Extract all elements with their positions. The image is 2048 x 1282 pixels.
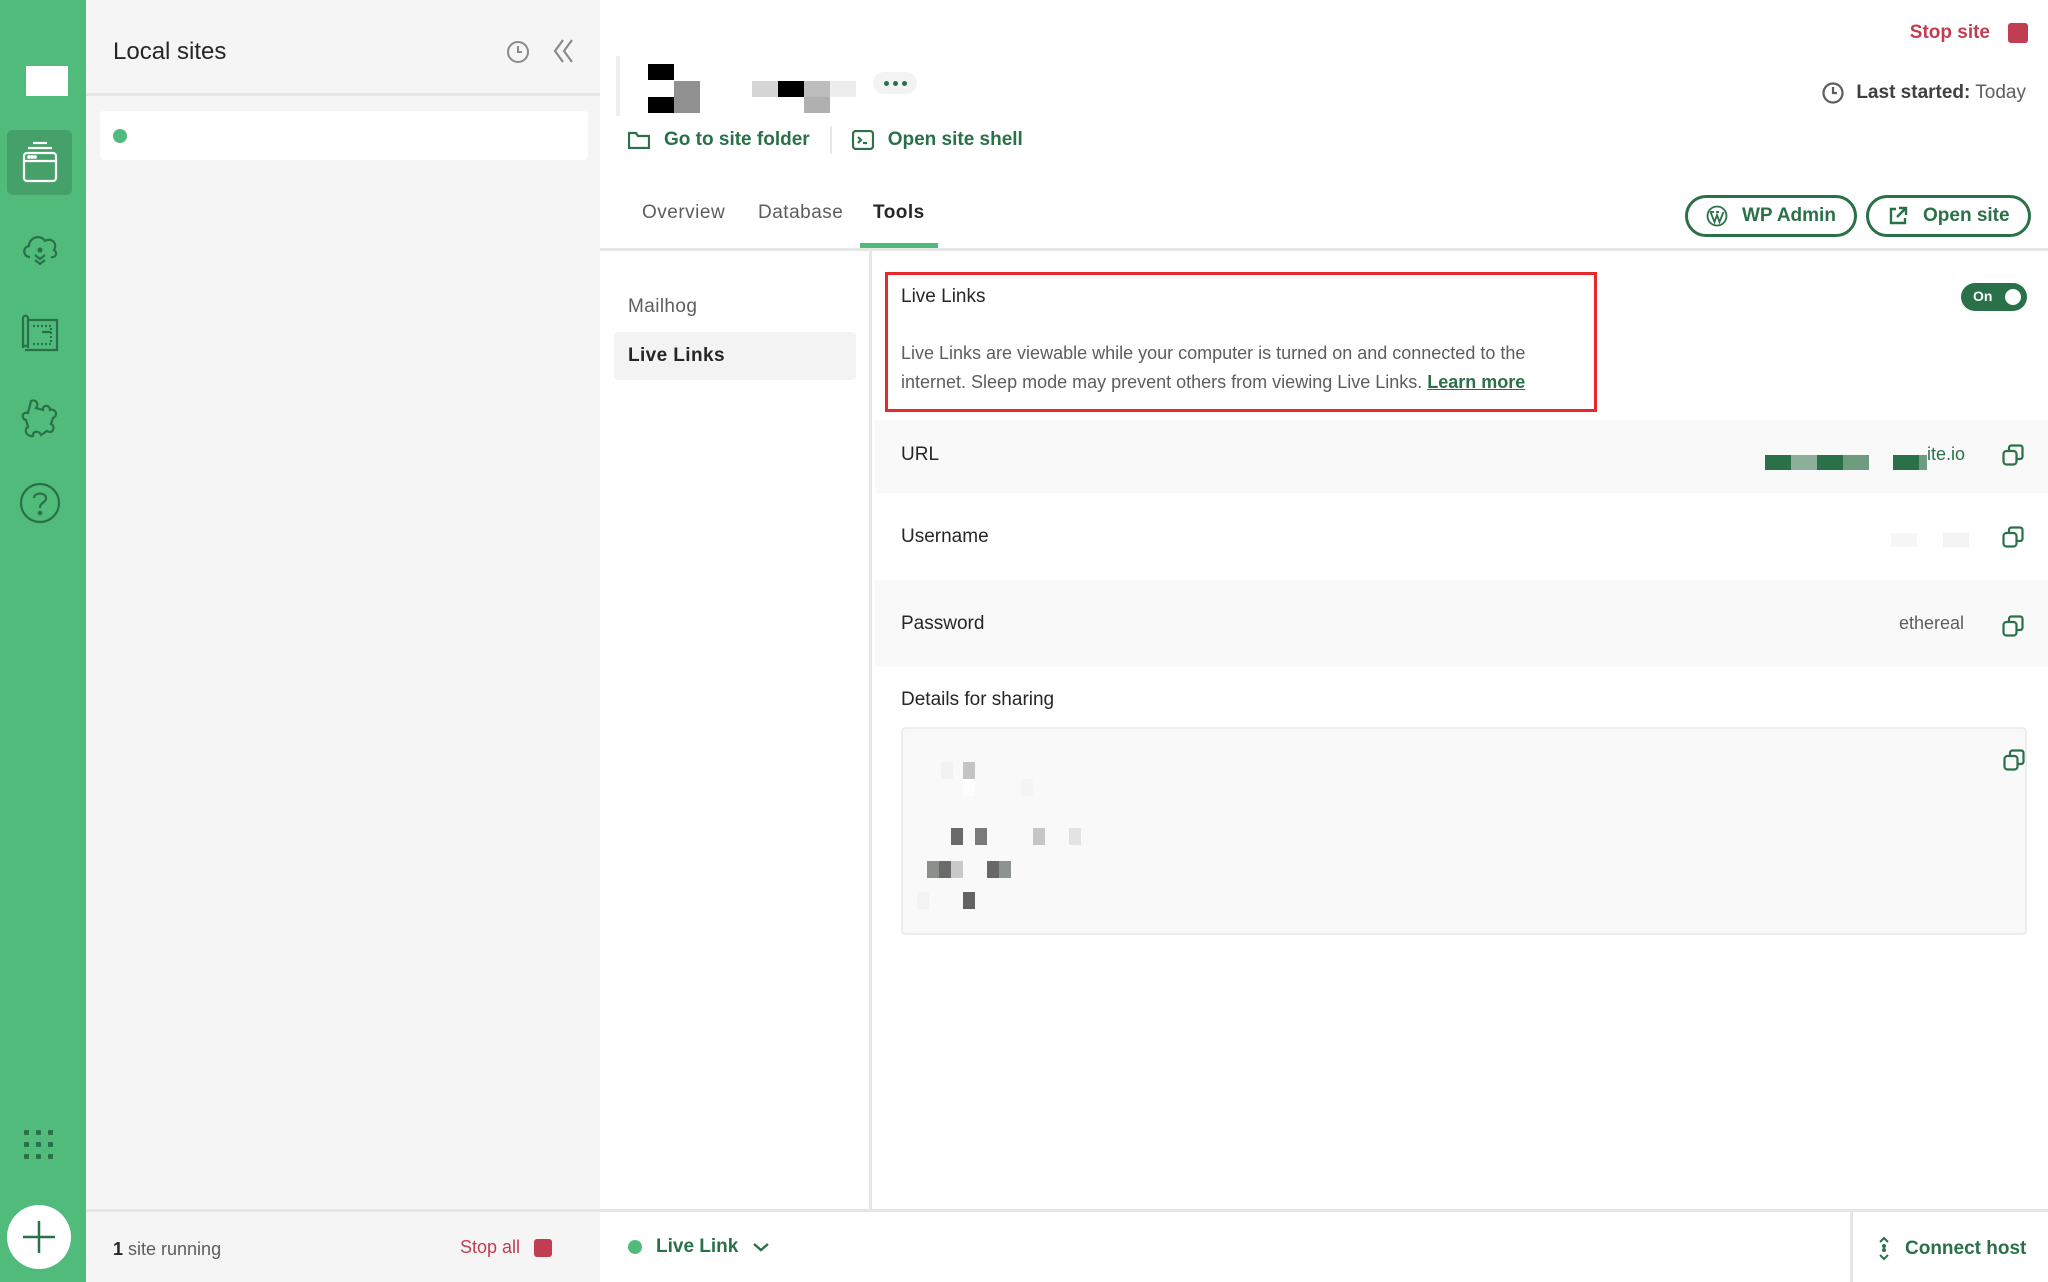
blueprint-icon	[21, 314, 58, 351]
tools-nav-live-links[interactable]: Live Links	[614, 332, 856, 380]
copy-icon[interactable]	[2002, 444, 2024, 466]
local-sites-icon	[22, 141, 57, 182]
stop-icon	[2008, 23, 2028, 43]
details-label: Details for sharing	[901, 689, 1055, 710]
cloud-download-icon	[22, 235, 57, 265]
wordpress-icon	[1706, 205, 1728, 227]
clock-icon[interactable]	[506, 40, 530, 64]
learn-more-link[interactable]: Learn more	[1427, 372, 1525, 392]
open-site-button[interactable]: Open site	[1866, 195, 2031, 237]
site-detail: Go to site folder Open site shell Stop s…	[600, 0, 2048, 1282]
tools-subnav: Mailhog Live Links	[600, 251, 872, 1209]
nav-local-sites[interactable]	[7, 130, 72, 195]
connect-host-icon	[1879, 1236, 1889, 1260]
terminal-icon	[851, 130, 874, 150]
stop-icon	[534, 1238, 553, 1257]
url-label: URL	[901, 444, 940, 465]
password-row: Password ethereal	[875, 580, 2048, 667]
connect-host-button[interactable]: Connect host	[1850, 1212, 2048, 1282]
copy-icon[interactable]	[2003, 749, 2025, 771]
tools-nav-mailhog[interactable]: Mailhog	[614, 283, 856, 331]
chevron-down-icon	[753, 1243, 770, 1252]
plus-icon	[23, 1221, 55, 1253]
details-for-sharing-box[interactable]	[901, 727, 2027, 935]
clock-icon	[1822, 82, 1844, 104]
password-label: Password	[901, 613, 985, 634]
active-tab-indicator	[860, 243, 938, 248]
double-chevron-left-icon[interactable]	[552, 38, 576, 64]
tab-database[interactable]: Database	[758, 202, 843, 224]
password-value: ethereal	[1899, 613, 1965, 633]
site-quick-links: Go to site folder Open site shell	[628, 126, 1023, 154]
live-links-title: Live Links	[901, 286, 986, 307]
tab-tools[interactable]: Tools	[873, 202, 925, 224]
ellipsis-icon[interactable]	[873, 72, 917, 94]
grid-icon[interactable]	[22, 1128, 56, 1162]
site-footer: Live Link Connect host	[600, 1209, 2048, 1282]
sites-panel: Local sites 1 site running Stop all	[86, 0, 600, 1282]
copy-icon[interactable]	[2002, 615, 2024, 637]
url-row: URL ite.io	[875, 420, 2048, 493]
go-to-site-folder-link[interactable]: Go to site folder	[628, 129, 810, 151]
wp-admin-button[interactable]: WP Admin	[1685, 195, 1857, 237]
username-label: Username	[901, 526, 989, 547]
help-icon	[19, 482, 60, 523]
open-site-shell-link[interactable]: Open site shell	[851, 129, 1023, 151]
nav-blueprints[interactable]	[7, 300, 72, 365]
app-logo	[26, 66, 68, 96]
site-list-item[interactable]	[100, 111, 588, 160]
sites-title: Local sites	[113, 38, 227, 65]
details-row: Details for sharing	[875, 667, 2048, 727]
stop-all-button[interactable]: Stop all	[460, 1237, 553, 1258]
live-link-status-dot	[628, 1240, 642, 1254]
live-links-panel: Live Links Live Links are viewable while…	[875, 251, 2048, 1209]
nav-connect-cloud[interactable]	[7, 215, 72, 280]
app-nav	[0, 0, 86, 1282]
tab-overview[interactable]: Overview	[642, 202, 725, 224]
username-row: Username	[875, 493, 2048, 580]
external-link-icon	[1889, 206, 1908, 225]
live-links-description: Live Links are viewable while your compu…	[901, 343, 1526, 392]
stop-site-button[interactable]: Stop site	[1910, 22, 2028, 44]
live-links-toggle[interactable]: On	[1961, 283, 2027, 311]
sites-footer: 1 site running Stop all	[86, 1209, 600, 1282]
site-running-dot	[113, 129, 127, 143]
live-link-dropdown[interactable]: Live Link	[628, 1236, 770, 1258]
folder-icon	[628, 131, 650, 149]
nav-help[interactable]	[7, 470, 72, 535]
add-site-button[interactable]	[7, 1205, 71, 1269]
nav-add-ons[interactable]	[7, 385, 72, 450]
sites-running-status: 1 site running	[113, 1239, 222, 1259]
puzzle-icon	[21, 399, 57, 437]
url-value-suffix[interactable]: ite.io	[1927, 444, 1965, 465]
sites-header: Local sites	[86, 0, 600, 96]
last-started: Last started: Today	[1822, 82, 2026, 104]
copy-icon[interactable]	[2002, 526, 2024, 548]
